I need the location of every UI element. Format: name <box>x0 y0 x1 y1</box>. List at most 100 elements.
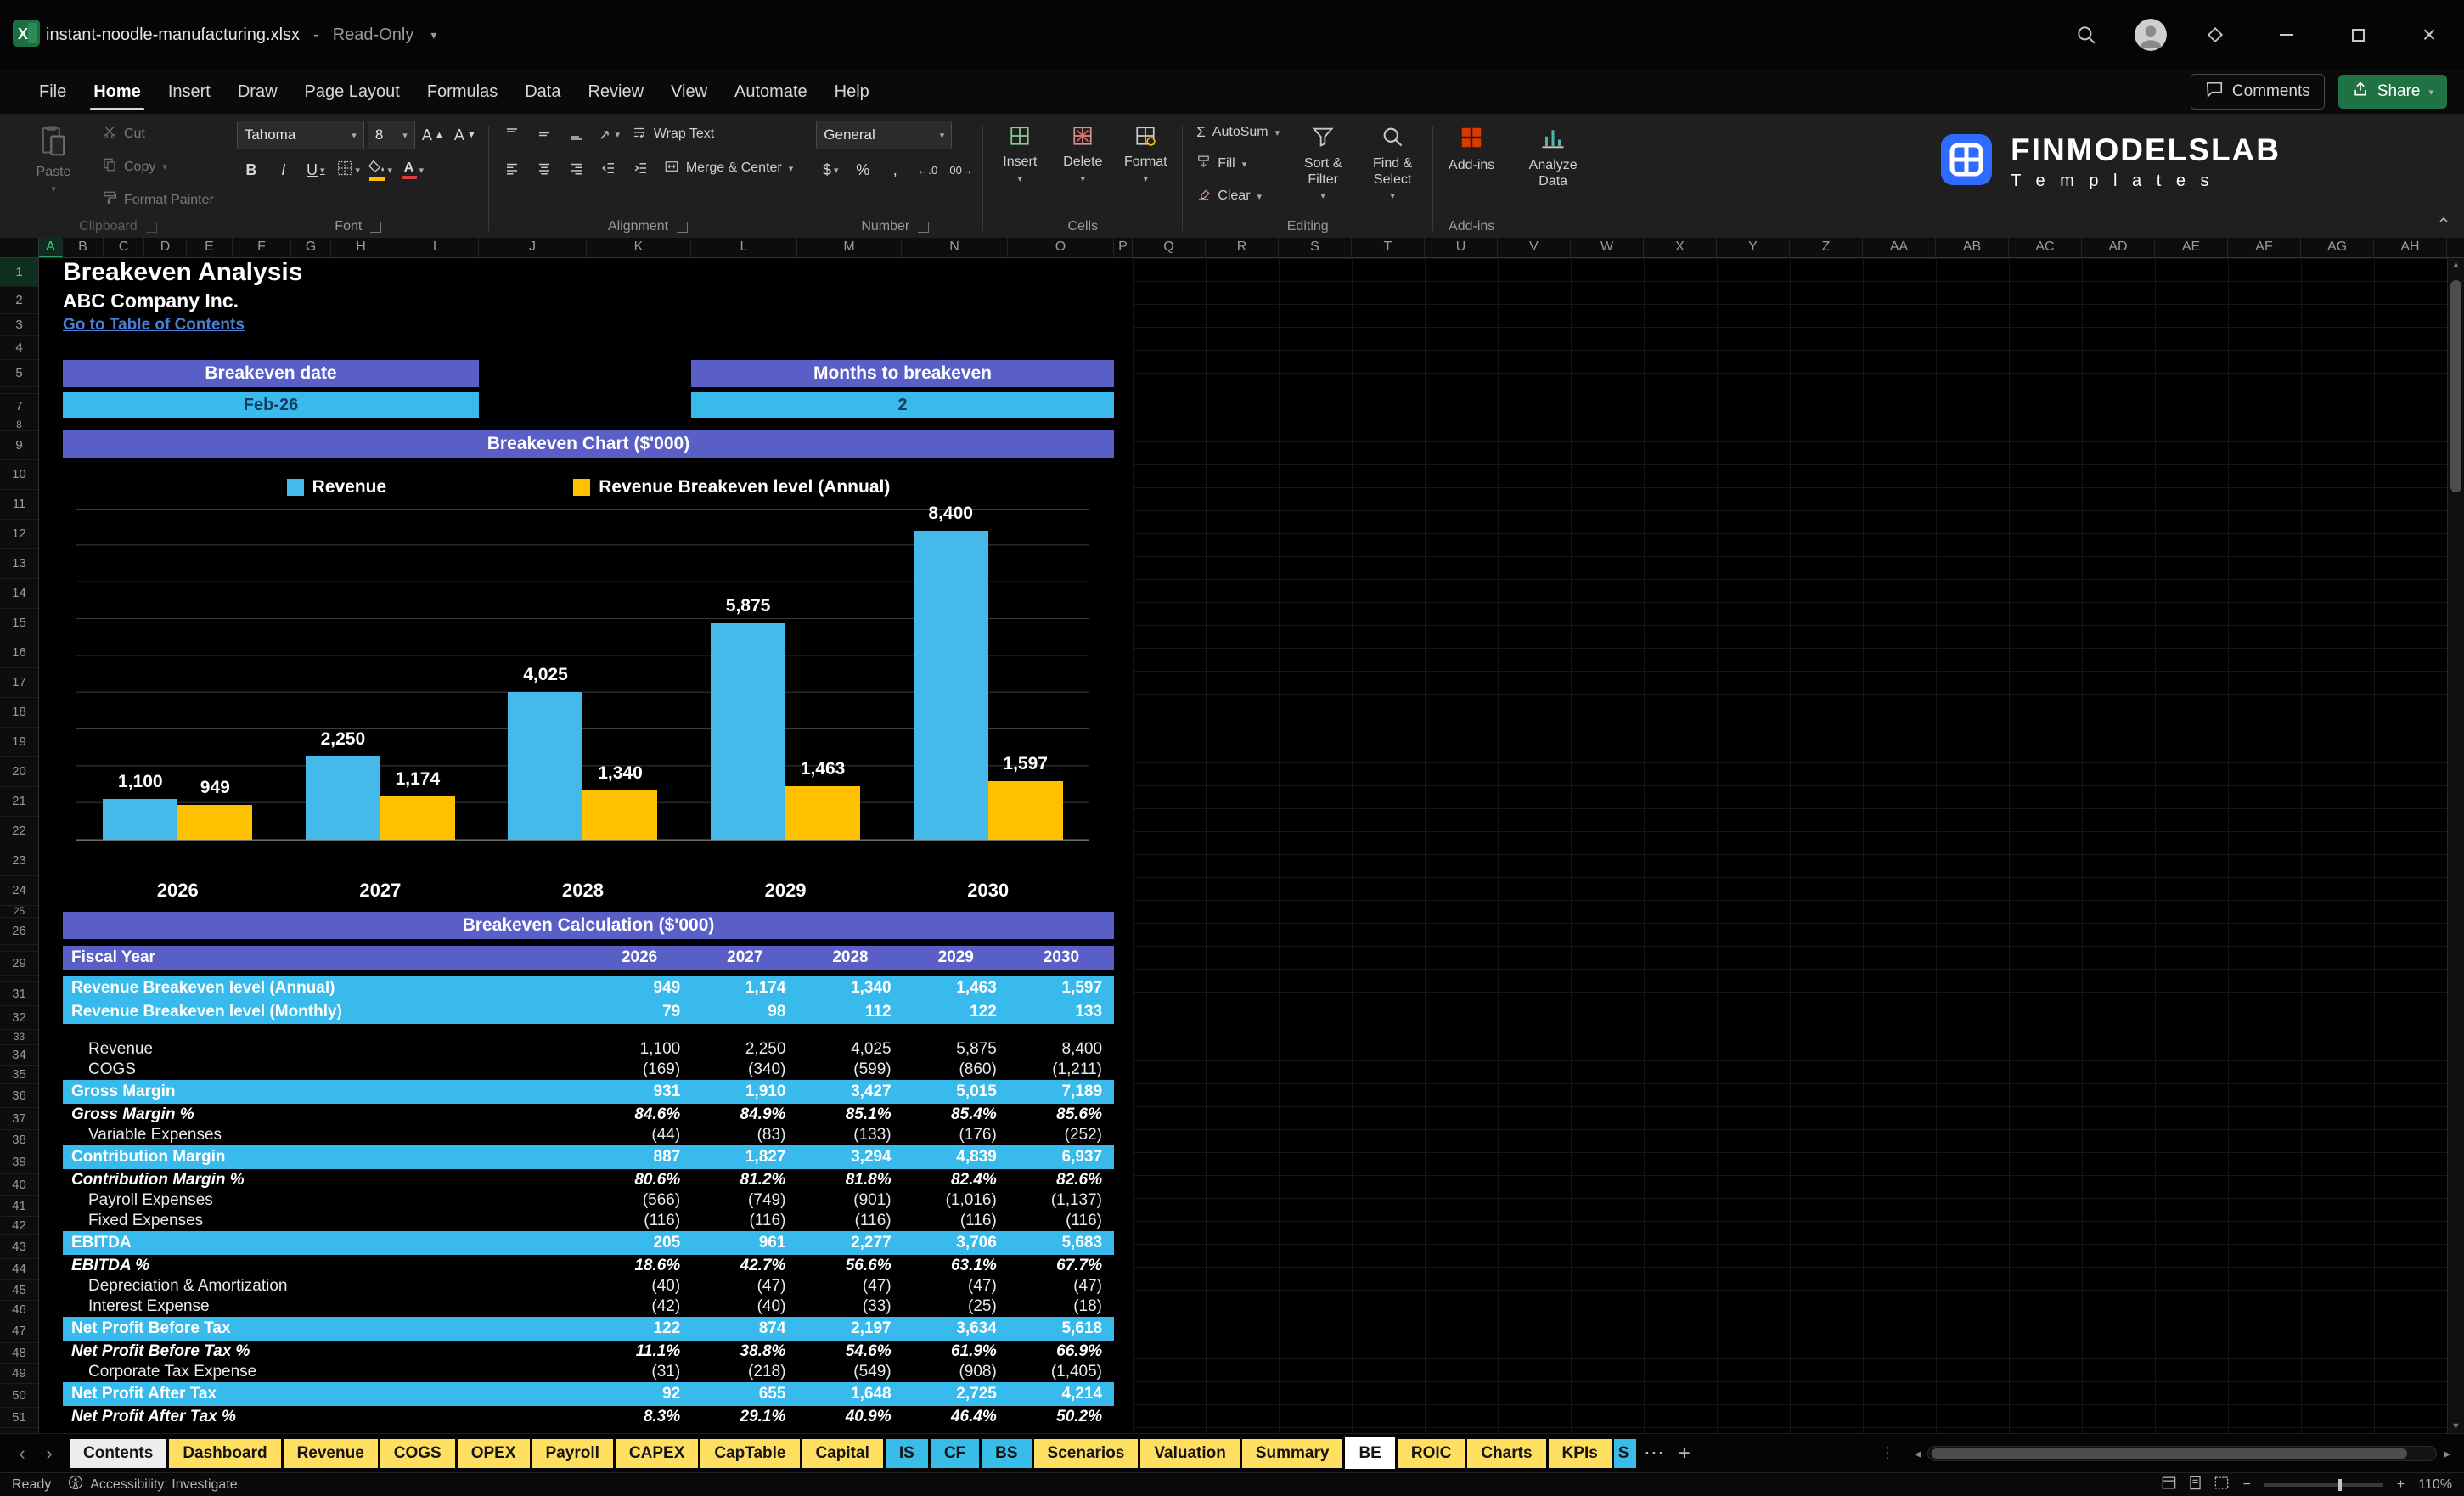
diamond-icon[interactable] <box>2192 12 2238 58</box>
row-label[interactable]: Payroll Expenses <box>63 1190 587 1211</box>
cell-value[interactable]: 887 <box>587 1145 692 1169</box>
insert-cells-button[interactable]: Insert ▾ <box>992 121 1048 188</box>
row-header-20[interactable]: 20 <box>0 757 38 787</box>
cell-value[interactable]: 61.9% <box>903 1341 1009 1362</box>
row-label[interactable]: Corporate Tax Expense <box>63 1362 587 1382</box>
format-cells-button[interactable]: Format ▾ <box>1117 121 1173 188</box>
column-header-M[interactable]: M <box>797 238 902 257</box>
sheet-tab-capex[interactable]: CAPEX <box>615 1438 699 1468</box>
column-header-AA[interactable]: AA <box>1863 238 1936 257</box>
row-label[interactable]: EBITDA % <box>63 1255 587 1276</box>
cell-value[interactable]: 961 <box>692 1231 797 1255</box>
cell-value[interactable]: 98 <box>692 1000 797 1024</box>
cell-value[interactable]: 81.8% <box>797 1169 903 1190</box>
format-painter-button[interactable]: Format Painter <box>97 187 219 213</box>
sheet-tab-is[interactable]: IS <box>885 1438 928 1468</box>
tabs-scroll-left-icon[interactable]: ‹ <box>8 1443 36 1465</box>
cell-value[interactable]: (116) <box>1009 1211 1114 1231</box>
cell-value[interactable]: (252) <box>1009 1125 1114 1145</box>
align-left-icon[interactable] <box>498 155 526 182</box>
cell-value[interactable]: 931 <box>587 1080 692 1104</box>
align-top-icon[interactable] <box>498 121 526 148</box>
months-to-breakeven-header[interactable]: Months to breakeven <box>691 360 1114 387</box>
row-header-18[interactable]: 18 <box>0 698 38 728</box>
breakeven-chart[interactable]: Revenue Revenue Breakeven level (Annual) … <box>63 458 1114 902</box>
cell-value[interactable]: 1,463 <box>903 976 1009 1000</box>
cell-value[interactable]: 8,400 <box>1009 1039 1114 1060</box>
cell-value[interactable]: 54.6% <box>797 1341 903 1362</box>
delete-cells-button[interactable]: Delete ▾ <box>1055 121 1111 188</box>
row-header-46[interactable]: 46 <box>0 1301 38 1319</box>
menu-page-layout[interactable]: Page Layout <box>291 70 413 114</box>
cell-value[interactable]: (133) <box>797 1125 903 1145</box>
sheet-tab-charts[interactable]: Charts <box>1467 1438 1546 1468</box>
borders-button[interactable]: ▾ <box>334 156 363 183</box>
row-header-31[interactable]: 31 <box>0 982 38 1006</box>
column-header-U[interactable]: U <box>1425 238 1498 257</box>
increase-decimal-button[interactable]: ←.0 <box>913 156 942 183</box>
scroll-up-icon[interactable]: ▲ <box>2451 260 2461 270</box>
cell-value[interactable]: 2,725 <box>903 1382 1009 1406</box>
new-sheet-button[interactable]: + <box>1669 1442 1700 1465</box>
column-header-Q[interactable]: Q <box>1133 238 1206 257</box>
horizontal-scrollbar[interactable]: ◂ ▸ <box>1915 1445 2450 1461</box>
cell-value[interactable]: 40.9% <box>797 1406 903 1427</box>
cell-value[interactable]: 112 <box>797 1000 903 1024</box>
row-header-26[interactable]: 26 <box>0 918 38 945</box>
cell-value[interactable]: (340) <box>692 1060 797 1080</box>
find-select-button[interactable]: Find & Select ▾ <box>1361 121 1424 206</box>
vertical-scrollbar-thumb[interactable] <box>2450 280 2461 492</box>
cell-value[interactable]: (18) <box>1009 1296 1114 1317</box>
cell-value[interactable]: (908) <box>903 1362 1009 1382</box>
cell-value[interactable]: 84.9% <box>692 1104 797 1125</box>
row-header-19[interactable]: 19 <box>0 728 38 757</box>
cell-value[interactable]: 874 <box>692 1317 797 1341</box>
row-label[interactable]: Net Profit Before Tax % <box>63 1341 587 1362</box>
row-header-9[interactable]: 9 <box>0 431 38 460</box>
page-break-view-icon[interactable] <box>2214 1475 2230 1495</box>
breakeven-date-header[interactable]: Breakeven date <box>63 360 479 387</box>
row-header-2[interactable]: 2 <box>0 287 38 314</box>
bold-button[interactable]: B <box>237 156 266 183</box>
cell-value[interactable]: (1,211) <box>1009 1060 1114 1080</box>
fiscal-year-header[interactable]: Fiscal Year <box>63 946 587 970</box>
accessibility-status[interactable]: Accessibility: Investigate <box>68 1475 238 1494</box>
analyze-data-button[interactable]: Analyze Data <box>1519 121 1587 194</box>
year-header-2026[interactable]: 2026 <box>587 946 692 970</box>
cell-value[interactable]: 85.1% <box>797 1104 903 1125</box>
percent-format-button[interactable]: % <box>848 156 877 183</box>
cut-button[interactable]: Cut <box>97 121 219 147</box>
row-header-32[interactable]: 32 <box>0 1006 38 1030</box>
column-header-G[interactable]: G <box>291 238 331 257</box>
row-header-6[interactable] <box>0 387 38 394</box>
row-header-1[interactable]: 1 <box>0 258 38 287</box>
year-header-2027[interactable]: 2027 <box>692 946 797 970</box>
decrease-font-button[interactable]: A ▼ <box>451 121 480 149</box>
column-header-X[interactable]: X <box>1644 238 1717 257</box>
row-header-13[interactable]: 13 <box>0 549 38 579</box>
cell-value[interactable]: 85.6% <box>1009 1104 1114 1125</box>
row-header-42[interactable]: 42 <box>0 1217 38 1235</box>
autosum-button[interactable]: Σ AutoSum ▾ <box>1191 121 1285 144</box>
row-header-14[interactable]: 14 <box>0 579 38 609</box>
cell-value[interactable]: 82.4% <box>903 1169 1009 1190</box>
cell-value[interactable]: (47) <box>692 1276 797 1296</box>
scroll-down-icon[interactable]: ▼ <box>2451 1421 2461 1431</box>
row-header-50[interactable]: 50 <box>0 1384 38 1408</box>
decrease-decimal-button[interactable]: .00→ <box>945 156 974 183</box>
cell-value[interactable]: 4,214 <box>1009 1382 1114 1406</box>
cell-value[interactable]: 84.6% <box>587 1104 692 1125</box>
row-header-35[interactable]: 35 <box>0 1066 38 1084</box>
column-header-P[interactable]: P <box>1114 238 1133 257</box>
cell-value[interactable]: 1,648 <box>797 1382 903 1406</box>
sheet-tab-cf[interactable]: CF <box>930 1438 980 1468</box>
column-header-AG[interactable]: AG <box>2301 238 2374 257</box>
column-header-R[interactable]: R <box>1206 238 1279 257</box>
row-label[interactable]: Contribution Margin <box>63 1145 587 1169</box>
cell-value[interactable]: 5,015 <box>903 1080 1009 1104</box>
cell-value[interactable]: 7,189 <box>1009 1080 1114 1104</box>
column-header-Z[interactable]: Z <box>1790 238 1863 257</box>
cell-value[interactable]: (47) <box>1009 1276 1114 1296</box>
cell-value[interactable]: (169) <box>587 1060 692 1080</box>
menu-automate[interactable]: Automate <box>721 70 821 114</box>
